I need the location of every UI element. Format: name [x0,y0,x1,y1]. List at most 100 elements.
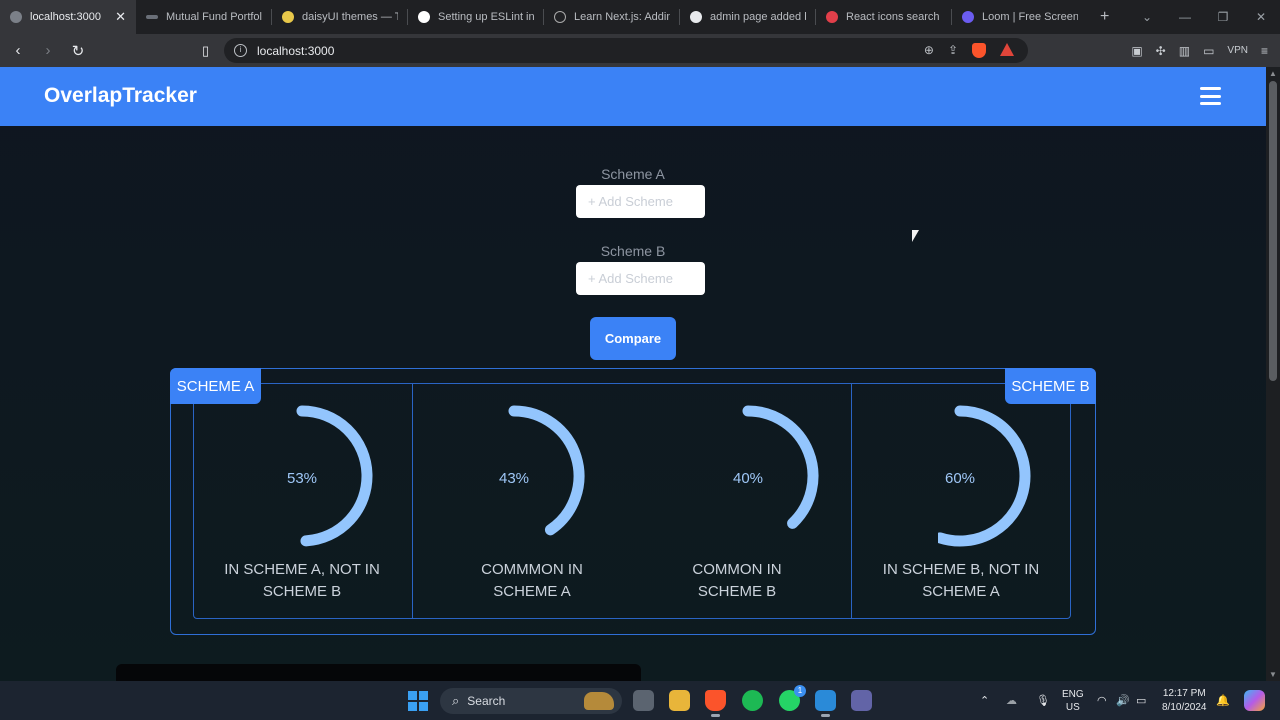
scheme-a-input[interactable]: + Add Scheme [576,185,705,218]
tab-mutual-fund[interactable]: Mutual Fund Portfolio [136,0,272,34]
brand-logo[interactable]: OverlapTracker [44,84,197,108]
sidebar-icon[interactable]: ▥ [1179,44,1190,58]
address-bar-actions: ⊕ ⇪ [924,43,1014,58]
progress-arc [742,405,819,529]
percent-in-a-not-b: 53% [286,470,318,487]
tab-loom[interactable]: Loom | Free Screen & Video [952,0,1088,34]
zoom-icon[interactable]: ⊕ [924,43,934,58]
tab-search-icon[interactable]: ⌄ [1128,10,1166,24]
tab-react-icons[interactable]: React icons search re [816,0,952,34]
clock-time: 12:17 PM [1162,687,1206,699]
onedrive-icon[interactable]: ☁ [1006,681,1017,720]
divider [851,383,852,619]
taskbar-search[interactable]: ⌕ Search [440,688,622,714]
compare-button[interactable]: Compare [590,317,676,360]
windows-start-icon[interactable] [408,691,428,711]
daisyui-icon [282,11,294,23]
github-icon [690,11,702,23]
extension-icons: ▣ ✣ ▥ ▭ VPN ≡ [1131,34,1280,67]
scroll-down-icon[interactable]: ▼ [1269,670,1277,679]
notification-bell-icon[interactable]: 🔔 [1216,681,1230,720]
file-explorer-icon[interactable] [669,690,690,711]
close-tab-icon[interactable]: ✕ [115,9,126,25]
bookmark-icon[interactable]: ▯ [202,43,209,59]
percent-common-in-b: 40% [732,470,764,487]
page-scrollbar[interactable]: ▲ ▼ [1266,67,1280,681]
nextjs-icon [554,11,566,23]
percent-in-b-not-a: 60% [944,470,976,487]
scheme-a-label: Scheme A [601,166,665,182]
percent-common-in-a: 43% [498,470,530,487]
vpn-button[interactable]: VPN [1227,45,1248,56]
reload-icon[interactable]: ↻ [66,42,90,60]
vscode-icon[interactable] [815,690,836,717]
volume-icon[interactable]: 🔊 [1116,681,1130,720]
search-icon: ⌕ [452,693,460,708]
wifi-icon[interactable]: ◠ [1097,681,1107,720]
windows-taskbar: ⌕ Search 1 ⌃ ☁ 🎙 ENG US ◠ 🔊 ▭ 12:17 PM 8… [0,681,1280,720]
system-clock[interactable]: 12:17 PM 8/10/2024 [1162,681,1207,720]
tab-eslint[interactable]: Setting up ESLint in Next [408,0,544,34]
back-icon[interactable]: ‹ [6,42,30,59]
task-view-icon[interactable] [633,690,654,711]
window-controls: ⌄ — ❐ ✕ [1128,0,1280,34]
brave-browser-icon[interactable] [705,690,726,717]
web-page: OverlapTracker Scheme A + Add Scheme Sch… [0,67,1266,681]
browser-tab-strip: localhost:3000 ✕ Mutual Fund Portfolio d… [0,0,1280,34]
close-window-icon[interactable]: ✕ [1242,10,1280,24]
battery-icon[interactable]: ▭ [1136,681,1146,720]
scheme-b-tag: SCHEME B [1005,368,1096,404]
scroll-up-icon[interactable]: ▲ [1269,69,1277,78]
brave-rewards-icon[interactable] [1000,43,1014,56]
url-text[interactable]: localhost:3000 [257,44,334,58]
minimize-icon[interactable]: — [1166,10,1204,24]
caption-line: SCHEME B [262,583,342,600]
tab-localhost[interactable]: localhost:3000 ✕ [0,0,136,34]
divider [412,383,413,619]
hamburger-menu-icon[interactable] [1200,87,1221,105]
share-icon[interactable]: ⇪ [948,43,958,58]
translate-icon[interactable]: ▣ [1131,44,1142,58]
site-info-icon[interactable]: i [234,44,247,57]
menu-icon[interactable]: ≡ [1261,44,1268,58]
caption-line: SCHEME B [697,583,777,600]
extensions-icon[interactable]: ✣ [1156,44,1166,58]
caption-in-b-not-a: IN SCHEME B, NOT IN SCHEME A [866,559,1056,603]
search-highlight-icon [584,692,614,710]
tab-title: Loom | Free Screen & Video [982,11,1078,23]
tab-title: admin page added by [710,11,806,23]
whatsapp-icon[interactable]: 1 [779,685,806,711]
tab-title: daisyUI themes — Tailwind [302,11,398,23]
loom-icon [962,11,974,23]
tab-daisyui[interactable]: daisyUI themes — Tailwind [272,0,408,34]
copilot-icon[interactable] [1244,690,1265,711]
forward-icon[interactable]: › [36,42,60,59]
scheme-a-tag: SCHEME A [170,368,261,404]
tab-github[interactable]: admin page added by [680,0,816,34]
scheme-b-label: Scheme B [600,243,666,259]
caption-line: IN SCHEME B, NOT IN [882,561,1040,578]
caption-in-a-not-b: IN SCHEME A, NOT IN SCHEME B [207,559,397,603]
app-navbar: OverlapTracker [0,67,1266,126]
address-bar[interactable]: i localhost:3000 ⊕ ⇪ [224,38,1028,63]
microphone-icon[interactable]: 🎙 [1036,681,1050,720]
medium-icon [418,11,430,23]
search-label: Search [467,694,506,708]
scheme-b-input[interactable]: + Add Scheme [576,262,705,295]
scrollbar-thumb[interactable] [1269,81,1277,381]
caption-line: IN SCHEME A, NOT IN [224,561,380,578]
tab-nextjs[interactable]: Learn Next.js: Adding [544,0,680,34]
tab-title: Learn Next.js: Adding [574,11,670,23]
brave-shields-icon[interactable] [972,43,986,58]
caption-line: COMMON IN [692,561,782,578]
spotify-icon[interactable] [742,690,763,711]
teams-icon[interactable] [851,690,872,711]
caption-common-in-a: COMMMON IN SCHEME A [437,559,627,603]
wallet-icon[interactable]: ▭ [1203,44,1214,58]
maximize-icon[interactable]: ❐ [1204,10,1242,24]
language-code: ENG [1062,688,1084,700]
tray-overflow-icon[interactable]: ⌃ [980,681,989,720]
language-indicator[interactable]: ENG US [1062,681,1084,720]
new-tab-button[interactable]: + [1100,8,1109,26]
caption-line: SCHEME A [922,583,1000,600]
